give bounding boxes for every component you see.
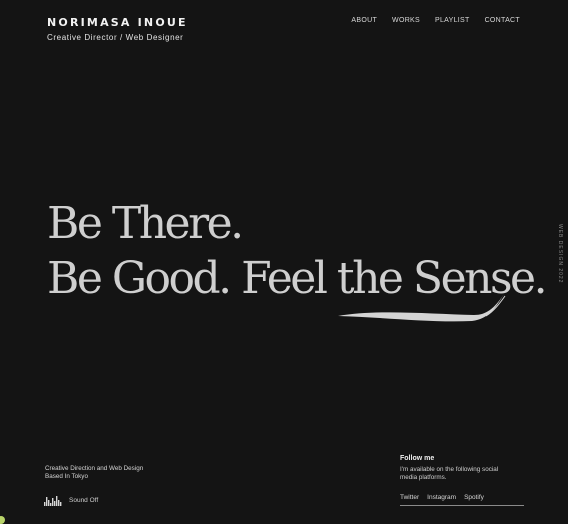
social-links: Twitter Instagram Spotify — [400, 494, 524, 506]
follow-title: Follow me — [400, 455, 435, 462]
vertical-side-text: WEB DESIGN 2022 — [557, 224, 563, 284]
social-spotify[interactable]: Spotify — [464, 494, 484, 501]
tagline-line-1: Creative Direction and Web Design — [45, 465, 144, 472]
equalizer-icon — [44, 496, 62, 506]
site-name[interactable]: NORIMASA INOUE — [47, 16, 188, 29]
follow-description: I'm available on the following social me… — [400, 466, 499, 481]
tagline: Creative Direction and Web Design Based … — [45, 465, 143, 481]
social-instagram[interactable]: Instagram — [427, 494, 456, 501]
main-nav: ABOUT WORKS PLAYLIST CONTACT — [351, 17, 520, 24]
follow-section: Follow me I'm available on the following… — [400, 455, 524, 506]
nav-about[interactable]: ABOUT — [351, 17, 377, 24]
hero-line-1: Be There. — [47, 198, 244, 249]
site-role: Creative Director / Web Designer — [47, 33, 184, 42]
social-twitter[interactable]: Twitter — [400, 494, 419, 501]
sound-label: Sound Off — [69, 497, 99, 504]
brand: NORIMASA INOUE Creative Director / Web D… — [47, 16, 188, 42]
tagline-line-2: Based In Tokyo — [45, 473, 88, 480]
nav-playlist[interactable]: PLAYLIST — [435, 17, 470, 24]
sound-toggle[interactable]: Sound Off — [44, 495, 98, 506]
nav-contact[interactable]: CONTACT — [485, 17, 520, 24]
nav-works[interactable]: WORKS — [392, 17, 420, 24]
cursor-dot — [0, 516, 5, 524]
brush-stroke-decoration — [338, 294, 506, 322]
